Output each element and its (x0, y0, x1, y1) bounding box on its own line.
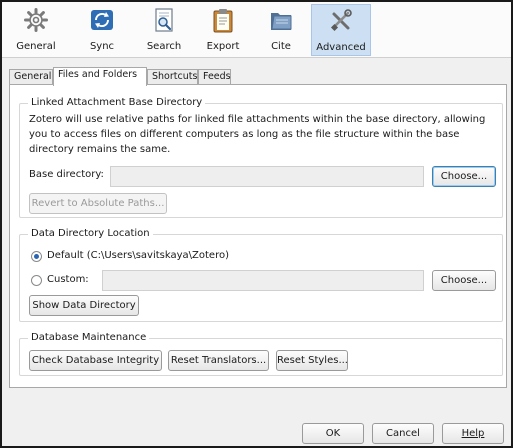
pane-sync[interactable]: Sync (80, 4, 124, 56)
show-data-directory-button[interactable]: Show Data Directory (29, 295, 139, 316)
base-directory-field[interactable] (110, 166, 424, 187)
tab-shortcuts[interactable]: Shortcuts (147, 69, 198, 85)
ok-button[interactable]: OK (302, 423, 364, 444)
data-directory-choose-button[interactable]: Choose... (432, 270, 496, 291)
pane-search-label: Search (146, 41, 182, 52)
default-directory-label: Default (C:\Users\savitskaya\Zotero) (47, 250, 229, 261)
pane-general[interactable]: General (14, 4, 58, 56)
help-button[interactable]: Help (442, 423, 504, 444)
pane-cite-label: Cite (271, 41, 291, 52)
base-directory-choose-button[interactable]: Choose... (432, 166, 496, 187)
clipboard-icon (213, 9, 233, 33)
cancel-button[interactable]: Cancel (372, 423, 434, 444)
pane-advanced[interactable]: Advanced (311, 4, 371, 56)
tab-feeds[interactable]: Feeds (198, 69, 231, 85)
help-button-label: Help (461, 428, 485, 439)
tab-files-and-folders[interactable]: Files and Folders (53, 67, 147, 86)
reset-translators-button[interactable]: Reset Translators... (168, 350, 269, 371)
gear-icon (24, 8, 48, 32)
pane-sync-label: Sync (89, 41, 115, 52)
default-directory-radio[interactable] (31, 251, 42, 262)
revert-to-absolute-paths-button[interactable]: Revert to Absolute Paths... (29, 193, 167, 214)
base-directory-label: Base directory: (29, 169, 104, 180)
data-directory-caption: Data Directory Location (28, 228, 153, 240)
pane-export-label: Export (206, 41, 240, 52)
linked-attachment-caption: Linked Attachment Base Directory (28, 97, 206, 109)
database-maintenance-caption: Database Maintenance (28, 332, 150, 344)
radio-selected-dot (34, 254, 39, 259)
sync-arrows-icon (91, 10, 113, 30)
preferences-window: General Sync Search Export Cite Advanced… (0, 0, 513, 448)
pane-export[interactable]: Export (201, 4, 245, 56)
pane-advanced-label: Advanced (316, 42, 366, 53)
folder-icon (271, 13, 292, 30)
pane-cite[interactable]: Cite (259, 4, 303, 56)
magnifier-document-icon (155, 8, 173, 32)
custom-directory-label: Custom: (47, 274, 89, 285)
linked-attachment-description: Zotero will use relative paths for linke… (29, 114, 486, 155)
custom-directory-radio[interactable] (31, 275, 42, 286)
tab-general[interactable]: General (9, 69, 53, 85)
preferences-toolbar: General Sync Search Export Cite Advanced (2, 2, 511, 58)
pane-search[interactable]: Search (142, 4, 186, 56)
custom-directory-field[interactable] (102, 270, 424, 291)
pane-general-label: General (16, 41, 56, 52)
check-database-integrity-button[interactable]: Check Database Integrity (29, 350, 162, 371)
tools-icon (330, 9, 352, 32)
reset-styles-button[interactable]: Reset Styles... (276, 350, 348, 371)
